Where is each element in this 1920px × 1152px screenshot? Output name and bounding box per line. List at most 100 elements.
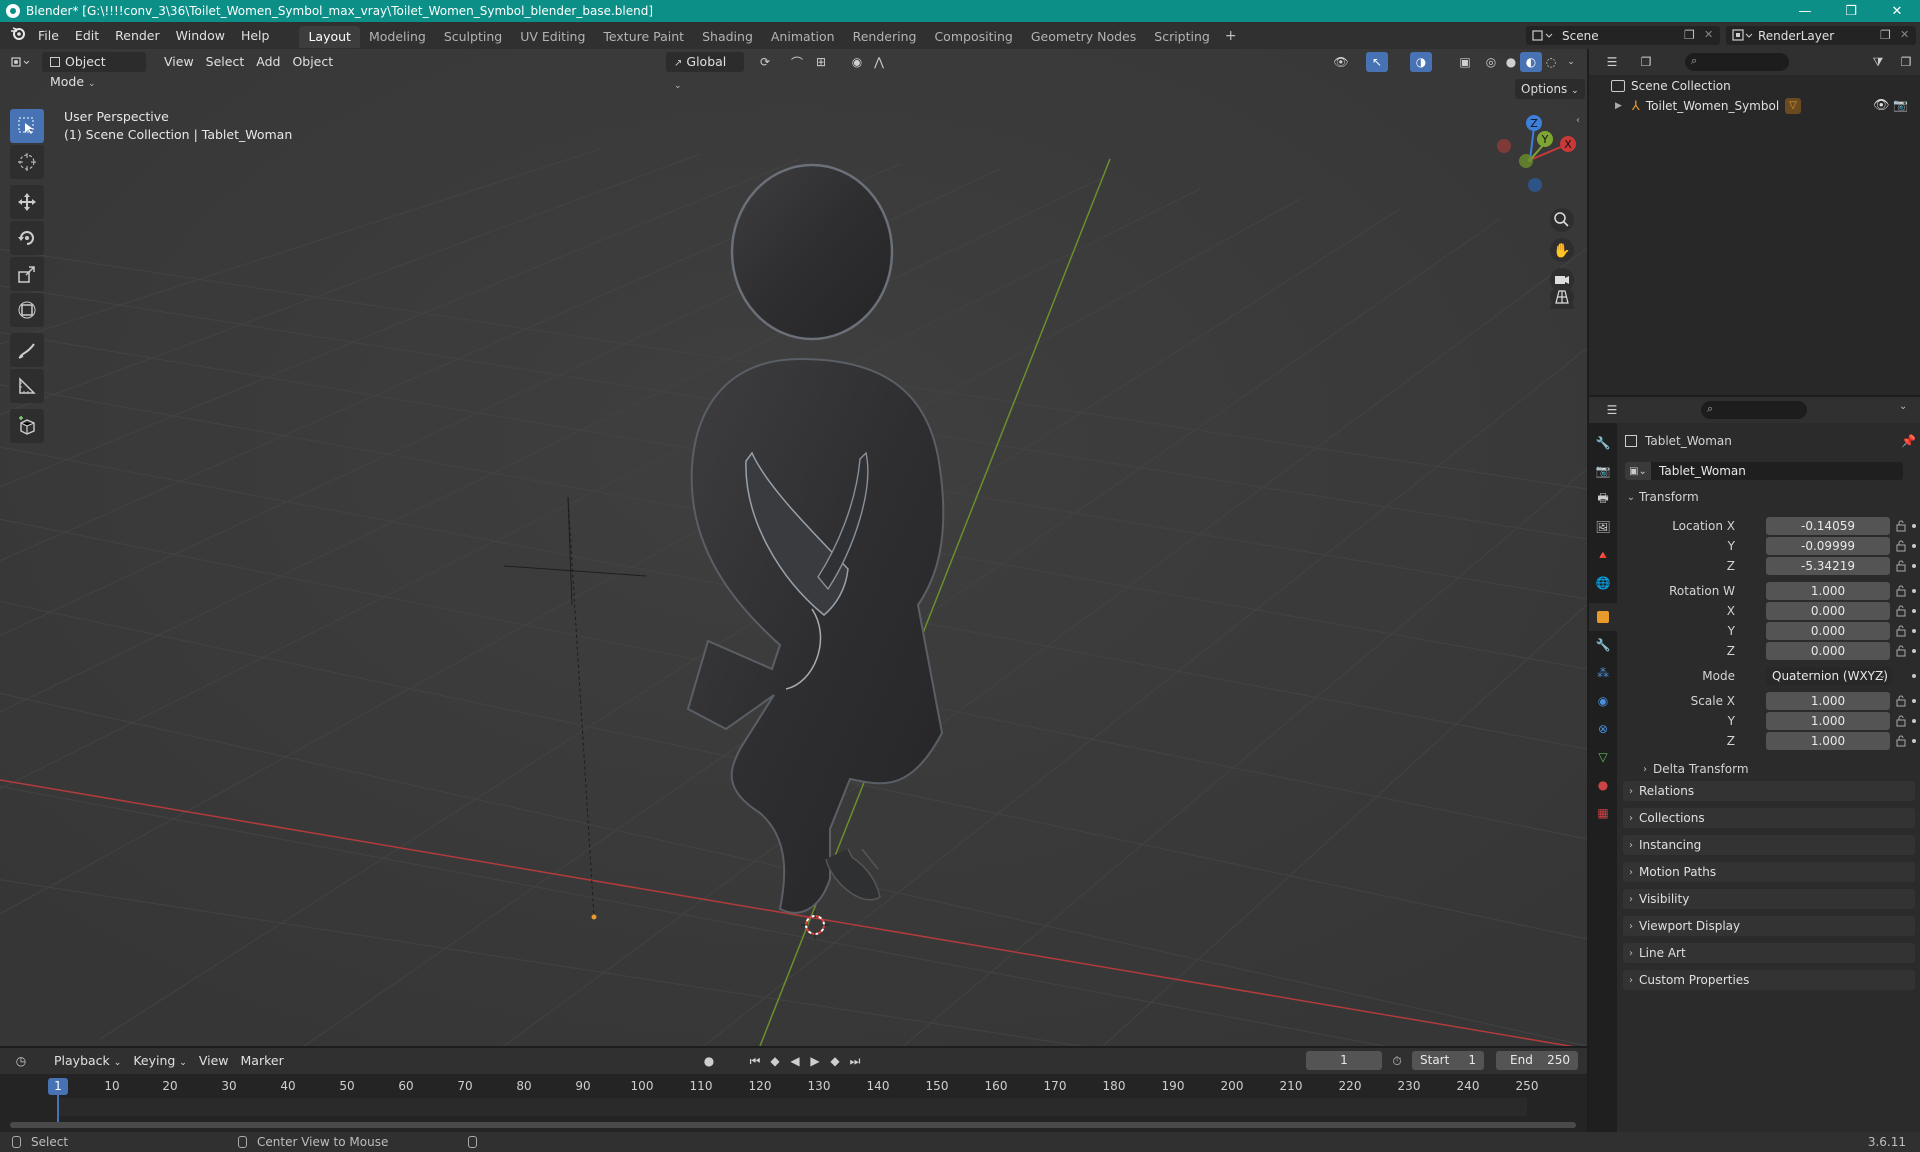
tab-texture[interactable]: ▦ (1589, 799, 1617, 827)
timeline-scrollbar[interactable] (10, 1122, 1576, 1128)
tab-constraints[interactable]: ⊗ (1589, 715, 1617, 743)
editor-type-icon[interactable] (10, 52, 32, 72)
outliner-editor-type-icon[interactable]: ☰ (1601, 52, 1623, 72)
shading-options-icon[interactable]: ⌄ (1560, 52, 1582, 72)
pan-view-icon[interactable]: ✋ (1550, 238, 1574, 262)
zoom-view-icon[interactable] (1550, 208, 1574, 232)
menu-view[interactable]: View (158, 52, 200, 72)
panel-visibility[interactable]: › Visibility (1623, 889, 1915, 909)
panel-motion-paths[interactable]: › Motion Paths (1623, 862, 1915, 882)
transform-orientation-selector[interactable]: ↗ Global ⌄ (666, 52, 744, 91)
keyframe-dot-icon[interactable] (1912, 649, 1916, 653)
lock-icon[interactable] (1896, 645, 1908, 657)
3d-viewport[interactable]: Object Mode ⌄ View Select Add Object ↗ Gl… (0, 49, 1587, 1046)
transform-tool[interactable] (10, 293, 44, 327)
delta-transform-header[interactable]: › Delta Transform (1637, 759, 1913, 779)
filter-icon[interactable]: ⧩ (1867, 52, 1889, 72)
gizmo-toggle-icon[interactable]: ↖ (1366, 52, 1388, 72)
pin-icon[interactable]: 📌 (1901, 434, 1916, 448)
keyframe-dot-icon[interactable] (1912, 629, 1916, 633)
tab-world[interactable]: 🌐 (1589, 569, 1617, 597)
scale-z-field[interactable]: 1.000 (1766, 732, 1890, 750)
menu-keying[interactable]: Keying ⌄ (127, 1051, 193, 1071)
rendered-shading-icon[interactable]: ◌ (1540, 52, 1562, 72)
add-workspace-button[interactable]: + (1219, 28, 1243, 44)
lock-icon[interactable] (1896, 735, 1908, 747)
scale-x-field[interactable]: 1.000 (1766, 692, 1890, 710)
lock-icon[interactable] (1896, 520, 1908, 532)
menu-select[interactable]: Select (200, 52, 251, 72)
rotate-tool[interactable] (10, 221, 44, 255)
outliner-search-input[interactable]: ⌕ (1685, 53, 1789, 71)
start-frame-field[interactable]: Start 1 (1412, 1051, 1484, 1070)
menu-add[interactable]: Add (250, 52, 286, 72)
proportional-edit-icon[interactable]: ◉ (846, 52, 868, 72)
keyframe-dot-icon[interactable] (1912, 564, 1916, 568)
gizmo-neg-x-icon[interactable] (1497, 139, 1511, 153)
tab-output[interactable]: 🖶 (1589, 485, 1617, 513)
display-mode-icon[interactable]: ❐ (1635, 52, 1657, 72)
tab-sculpting[interactable]: Sculpting (435, 26, 511, 48)
stopwatch-icon[interactable]: ⏱ (1386, 1051, 1408, 1071)
rotation-w-field[interactable]: 1.000 (1766, 582, 1890, 600)
menu-marker[interactable]: Marker (235, 1051, 290, 1071)
gizmo-z-icon[interactable]: Z (1526, 115, 1542, 131)
next-keyframe-icon[interactable]: ◆ (824, 1051, 846, 1071)
lock-icon[interactable] (1896, 560, 1908, 572)
panel-viewport-display[interactable]: › Viewport Display (1623, 916, 1915, 936)
lock-icon[interactable] (1896, 605, 1908, 617)
tab-render[interactable]: 📷 (1589, 457, 1617, 485)
blender-menu-icon[interactable] (0, 22, 30, 49)
tab-physics[interactable]: ◉ (1589, 687, 1617, 715)
overlay-toggle-icon[interactable]: ◑ (1410, 52, 1432, 72)
rotation-mode-select[interactable]: Quaternion (WXYZ) ⌄ (1766, 667, 1892, 685)
tab-scene[interactable]: 🔺 (1589, 541, 1617, 569)
mode-selector[interactable]: Object Mode ⌄ (42, 52, 146, 89)
solid-shading-icon[interactable]: ● (1500, 52, 1522, 72)
tab-shading[interactable]: Shading (693, 26, 762, 48)
tab-material[interactable]: ● (1589, 771, 1617, 799)
gizmo-y-icon[interactable]: Y (1537, 131, 1553, 147)
expand-arrow-icon[interactable]: ▶ (1615, 101, 1622, 111)
rotation-x-field[interactable]: 0.000 (1766, 602, 1890, 620)
close-button[interactable]: ✕ (1874, 0, 1920, 22)
measure-tool[interactable] (10, 369, 44, 403)
scene-close-icon[interactable]: ✕ (1704, 28, 1713, 41)
object-browse-icon[interactable]: ▣⌄ (1625, 462, 1651, 480)
options-button[interactable]: Options ⌄ (1515, 79, 1585, 99)
keyframe-dot-icon[interactable] (1912, 719, 1916, 723)
keyframe-dot-icon[interactable] (1912, 609, 1916, 613)
lock-icon[interactable] (1896, 585, 1908, 597)
tab-object[interactable] (1589, 603, 1617, 631)
keyframe-dot-icon[interactable] (1912, 524, 1916, 528)
xray-toggle-icon[interactable]: ▣ (1454, 52, 1476, 72)
prev-keyframe-icon[interactable]: ◆ (764, 1051, 786, 1071)
tab-modifiers[interactable]: 🔧 (1589, 631, 1617, 659)
sidebar-toggle-icon[interactable]: ‹ (1576, 115, 1580, 126)
eye-visibility-icon[interactable]: 👁 (1873, 98, 1890, 113)
tab-data[interactable]: ▽ (1589, 743, 1617, 771)
gizmo-x-icon[interactable]: X (1560, 136, 1576, 152)
lock-icon[interactable] (1896, 625, 1908, 637)
falloff-icon[interactable]: ⋀ (868, 52, 890, 72)
tab-uv-editing[interactable]: UV Editing (511, 26, 594, 48)
frame-range-area[interactable] (58, 1098, 1527, 1116)
visibility-selector-icon[interactable]: 👁 (1330, 52, 1352, 72)
navigation-gizmo[interactable]: Z Y X ✋ (1490, 109, 1578, 321)
minimize-button[interactable]: — (1782, 0, 1828, 22)
outliner-row-object[interactable]: ▶ ⅄ Toilet_Women_Symbol ▽ 👁 📷 (1589, 96, 1920, 116)
transform-panel-header[interactable]: ⌄ Transform (1623, 487, 1915, 507)
gizmo-neg-z-icon[interactable] (1528, 178, 1542, 192)
properties-search-input[interactable]: ⌕ (1701, 401, 1807, 419)
snap-target-icon[interactable]: ⊞ (810, 52, 832, 72)
keyframe-dot-icon[interactable] (1912, 674, 1916, 678)
scene-selector[interactable]: Scene ❐ ✕ (1526, 26, 1720, 45)
tab-animation[interactable]: Animation (762, 26, 844, 48)
lock-icon[interactable] (1896, 715, 1908, 727)
tab-view-layer[interactable]: 🖼 (1589, 513, 1617, 541)
jump-start-icon[interactable]: ⏮ (744, 1051, 766, 1071)
select-box-tool[interactable] (10, 109, 44, 143)
camera-render-icon[interactable]: 📷 (1893, 98, 1908, 112)
tab-scripting[interactable]: Scripting (1145, 26, 1219, 48)
keyframe-dot-icon[interactable] (1912, 544, 1916, 548)
